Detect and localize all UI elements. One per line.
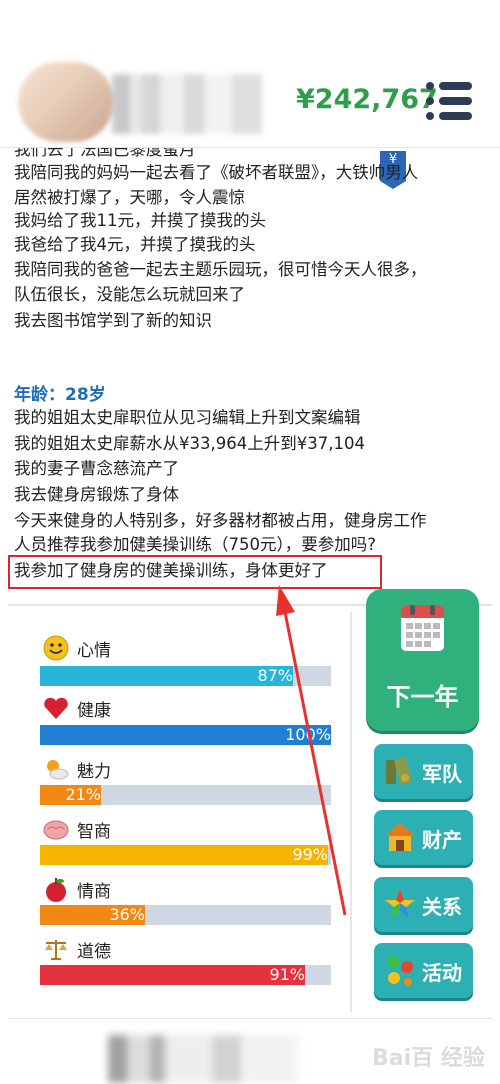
relationship-button[interactable]: 关系 [374,877,473,932]
log-line: 居然被打爆了，天哪，令人震惊 [14,188,245,207]
footer-blurred-content [108,1035,298,1083]
log-line: 人员推荐我参加健美操训练（750元），要参加吗? [14,535,377,554]
stat-percent: 36% [109,905,145,924]
stat-percent: 21% [65,785,101,804]
highlight-box [8,555,382,589]
stat-name: 心情 [77,640,111,661]
stat-label: 心情 [42,633,111,663]
footer-divider [8,1018,492,1019]
stat-name: 健康 [77,700,111,721]
log-line: 我的姐姐太史扉薪水从¥33,964上升到¥37,104 [14,434,365,453]
watermark: Bai百 经验 [372,1046,485,1071]
next-year-button[interactable]: 下一年 [366,589,479,731]
stat-name: 情商 [77,881,111,902]
property-button[interactable]: 财产 [374,810,473,865]
activity-label: 活动 [422,961,462,985]
next-year-label: 下一年 [386,683,459,711]
army-label: 军队 [422,762,462,786]
log-line: 我陪同我的爸爸一起去主题乐园玩，很可惜今天人很多， [14,260,427,279]
log-line: 我去图书馆学到了新的知识 [14,311,212,330]
stat-progress-track: 87% [40,666,331,686]
property-label: 财产 [422,828,462,852]
apple-icon [42,875,70,903]
sun-cloud-icon [42,755,70,783]
scale-icon [42,935,70,963]
avatar[interactable] [18,62,114,142]
stat-name: 魅力 [77,761,111,782]
stat-label: 智商 [42,814,111,844]
stat-progress-track: 36% [40,905,331,925]
stat-progress-track: 100% [40,725,331,745]
player-name-blurred [112,74,262,134]
log-line: 我妈给了我11元，并摸了摸我的头 [14,211,266,230]
vertical-divider [350,612,352,1012]
stat-progress-track: 99% [40,845,331,865]
log-line: 我的姐姐太史扉职位从见习编辑上升到文案编辑 [14,408,361,427]
age-heading: 年龄：28岁 [14,385,106,405]
activity-button[interactable]: 活动 [374,943,473,998]
log-line: 我爸给了我4元，并摸了摸我的头 [14,235,256,254]
army-button[interactable]: 军队 [374,744,473,799]
stat-label: 情商 [42,874,111,904]
stat-name: 道德 [77,941,111,962]
stat-percent: 100% [285,725,331,744]
stat-percent: 91% [269,965,305,984]
stat-label: 道德 [42,934,111,964]
stat-progress-track: 91% [40,965,331,985]
stat-label: 魅力 [42,754,111,784]
tank-icon [386,757,412,785]
top-bar: ¥242,767 [0,0,500,148]
heart-icon [42,694,70,722]
log-line: 我去健身房锻炼了身体 [14,485,179,504]
dots-activity-icon [387,956,413,986]
house-icon [385,823,415,851]
relationship-label: 关系 [422,895,462,919]
log-line: 今天来健身的人特别多，好多器材都被占用，健身房工作 [14,511,427,530]
brain-icon [42,815,70,843]
stat-percent: 99% [292,845,328,864]
stat-name: 智商 [77,821,111,842]
log-line: 队伍很长，没能怎么玩就回来了 [14,285,245,304]
stat-percent: 87% [257,666,293,685]
log-line-cut: 我们去了法国巴黎度蜜月 [14,148,196,159]
event-log[interactable]: 我们去了法国巴黎度蜜月 ¥ 我陪同我的妈妈一起去看了《破坏者联盟》，大铁帅男人 … [0,148,500,603]
menu-icon[interactable] [426,80,474,122]
stat-progress-track: 21% [40,785,331,805]
log-line: 我陪同我的妈妈一起去看了《破坏者联盟》，大铁帅男人 [14,163,419,182]
money-display: ¥242,767 [296,84,438,115]
smiley-icon [42,634,70,662]
log-line: 我的妻子曹念慈流产了 [14,459,179,478]
calendar-icon [401,605,444,651]
stat-label: 健康 [42,693,111,723]
star-icon [385,889,415,918]
